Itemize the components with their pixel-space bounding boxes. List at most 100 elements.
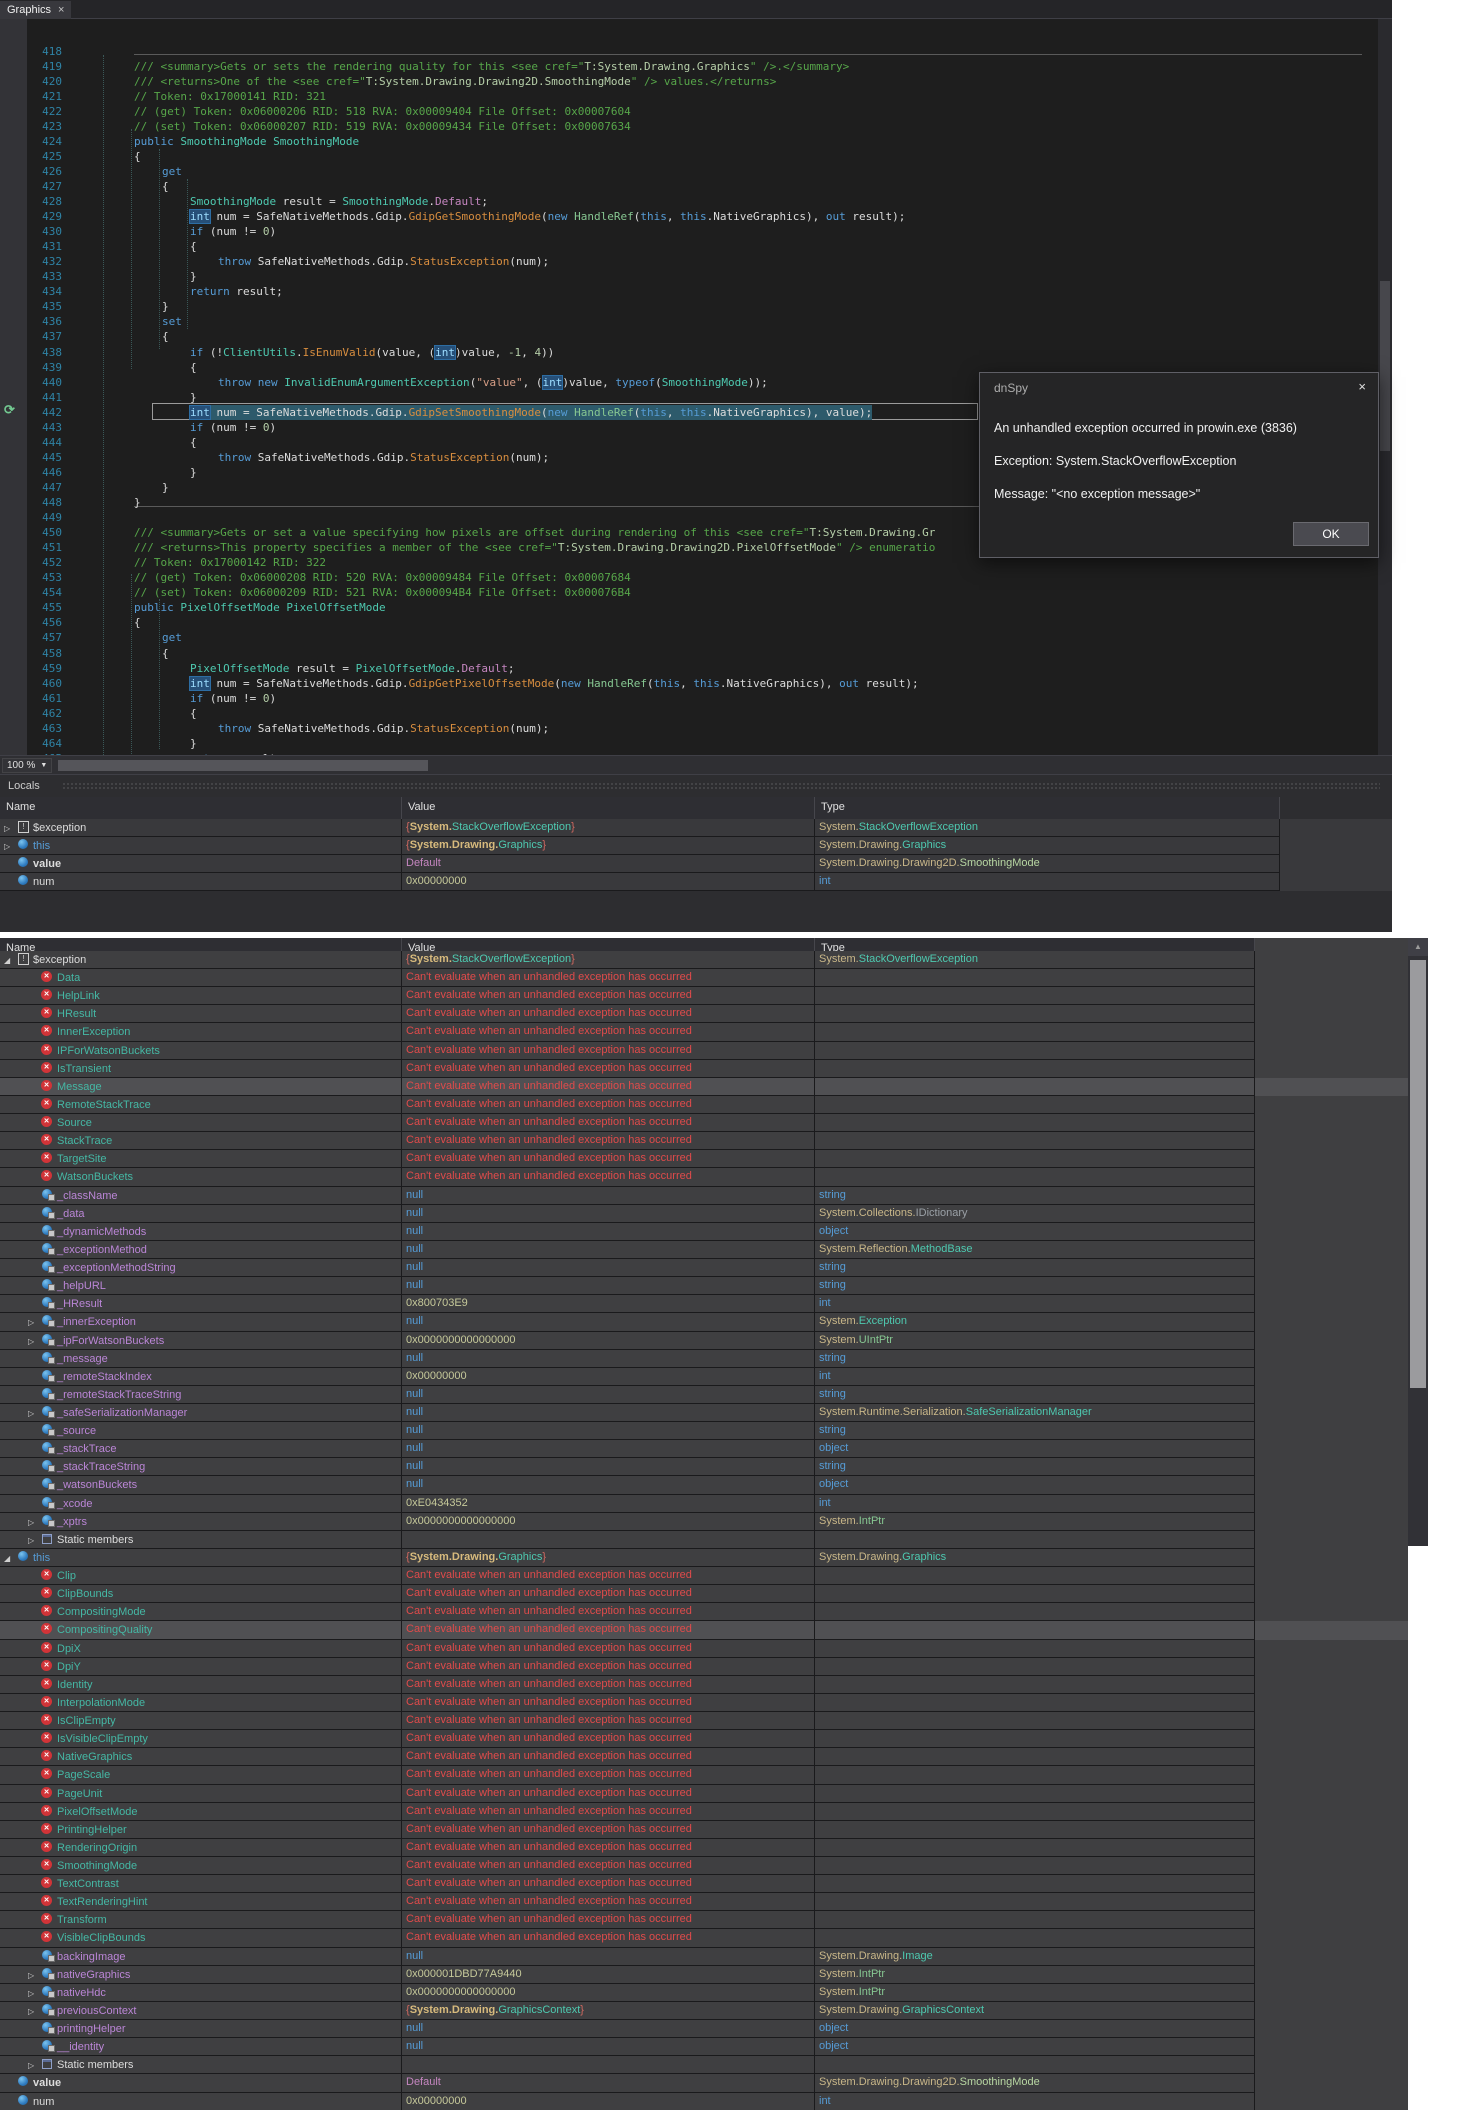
table-row[interactable]: ▷ nativeHdc 0x0000000000000000 System.IntPt… xyxy=(0,1983,1408,2002)
table-row[interactable]: IsClipEmpty Can't evaluate when an unhand… xyxy=(0,1712,1408,1731)
table-row[interactable]: NativeGraphics Can't evaluate when an unh… xyxy=(0,1748,1408,1767)
table-row[interactable]: _exceptionMethod null System.Reflection.Me… xyxy=(0,1240,1408,1260)
expand-icon[interactable]: ▷ xyxy=(4,824,17,833)
table-row[interactable]: PageScale Can't evaluate when an unhandle… xyxy=(0,1766,1408,1785)
column-header-name[interactable]: Name xyxy=(0,797,402,819)
table-row[interactable]: IPForWatsonBuckets Can't evaluate when an… xyxy=(0,1041,1408,1060)
table-row[interactable]: TextRenderingHint Can't evaluate when an … xyxy=(0,1893,1408,1912)
table-row[interactable]: value Default System.Drawing.Drawing2D.Smo… xyxy=(0,855,1392,874)
editor-zoom-select[interactable]: 100 % ▼ xyxy=(2,758,53,773)
tab-close-icon[interactable]: × xyxy=(58,4,64,16)
column-header-value[interactable]: Value xyxy=(402,938,815,954)
table-row[interactable]: InnerException Can't evaluate when an unh… xyxy=(0,1023,1408,1042)
table-row[interactable]: DpiY Can't evaluate when an unhandled exc… xyxy=(0,1657,1408,1676)
table-row[interactable]: num 0x00000000 int xyxy=(0,2092,1408,2110)
table-row[interactable]: PageUnit Can't evaluate when an unhandled… xyxy=(0,1784,1408,1803)
table-row[interactable]: RenderingOrigin Can't evaluate when an un… xyxy=(0,1838,1408,1857)
expand-icon[interactable]: ▷ xyxy=(28,1337,41,1346)
table-row[interactable]: _data null System.Collections.IDictionary xyxy=(0,1204,1408,1223)
table-row[interactable]: CompositingQuality Can't evaluate when an… xyxy=(0,1621,1408,1640)
table-row[interactable]: DpiX Can't evaluate when an unhandled exc… xyxy=(0,1639,1408,1658)
breakpoint-margin[interactable] xyxy=(0,19,27,755)
code-line: if (num != 0) xyxy=(190,691,276,706)
table-row[interactable]: HelpLink Can't evaluate when an unhandled… xyxy=(0,987,1408,1006)
table-row[interactable]: CompositingMode Can't evaluate when an un… xyxy=(0,1603,1408,1622)
table-row[interactable]: IsTransient Can't evaluate when an unhand… xyxy=(0,1059,1408,1078)
scrollbar-thumb[interactable] xyxy=(1410,960,1426,1388)
collapse-icon[interactable]: ◢ xyxy=(4,1554,17,1563)
expand-icon[interactable]: ▷ xyxy=(28,2007,41,2016)
table-row[interactable]: SmoothingMode Can't evaluate when an unha… xyxy=(0,1857,1408,1876)
table-row[interactable]: _stackTraceString null string xyxy=(0,1458,1408,1477)
table-row[interactable]: num 0x00000000 int xyxy=(0,873,1392,892)
scrollbar-thumb[interactable] xyxy=(1380,281,1390,451)
expand-icon[interactable]: ▷ xyxy=(28,2061,41,2070)
table-row[interactable]: Transform Can't evaluate when an unhandle… xyxy=(0,1911,1408,1930)
table-row[interactable]: ◢ $exception {System.StackOverflowExceptio… xyxy=(0,951,1408,970)
table-row[interactable]: ▷ $exception {System.StackOverflowExceptio… xyxy=(0,819,1392,838)
table-row[interactable]: ▷ Static members xyxy=(0,1530,1408,1549)
table-row[interactable]: PrintingHelper Can't evaluate when an unh… xyxy=(0,1820,1408,1839)
editor-vertical-scrollbar[interactable] xyxy=(1378,19,1392,755)
table-row[interactable]: Source Can't evaluate when an unhandled e… xyxy=(0,1114,1408,1133)
table-row[interactable]: _remoteStackTraceString null string xyxy=(0,1385,1408,1404)
table-row[interactable]: value Default System.Drawing.Drawing2D.Smo… xyxy=(0,2074,1408,2093)
panel-vertical-scrollbar[interactable]: ▲ xyxy=(1408,938,1428,1546)
table-row[interactable]: VisibleClipBounds Can't evaluate when an … xyxy=(0,1929,1408,1948)
table-row[interactable]: TargetSite Can't evaluate when an unhandl… xyxy=(0,1150,1408,1169)
table-row[interactable]: PixelOffsetMode Can't evaluate when an un… xyxy=(0,1802,1408,1821)
table-row[interactable]: printingHelper null object xyxy=(0,2020,1408,2039)
dialog-close-icon[interactable]: × xyxy=(1358,379,1366,394)
column-header-type[interactable]: Type xyxy=(815,797,1280,819)
table-row[interactable]: InterpolationMode Can't evaluate when an … xyxy=(0,1693,1408,1713)
table-row[interactable]: __identity null object xyxy=(0,2038,1408,2057)
expand-icon[interactable]: ▷ xyxy=(28,1318,41,1327)
table-row[interactable]: ▷ nativeGraphics 0x000001DBD77A9440 System.… xyxy=(0,1965,1408,1984)
table-row[interactable]: ▷ _ipForWatsonBuckets 0x0000000000000000 Sy… xyxy=(0,1331,1408,1350)
expand-icon[interactable]: ▷ xyxy=(28,1536,41,1545)
expand-icon[interactable]: ▷ xyxy=(4,842,17,851)
scroll-up-icon[interactable]: ▲ xyxy=(1408,938,1428,956)
table-row[interactable]: ▷ Static members xyxy=(0,2056,1408,2075)
table-row[interactable]: HResult Can't evaluate when an unhandled … xyxy=(0,1005,1408,1024)
table-row[interactable]: ▷ previousContext {System.Drawing.Graphics… xyxy=(0,2001,1408,2021)
table-row[interactable]: ▷ _innerException null System.Exception xyxy=(0,1313,1408,1332)
ok-button[interactable]: OK xyxy=(1293,522,1369,546)
table-row[interactable]: _remoteStackIndex 0x00000000 int xyxy=(0,1367,1408,1386)
tab-graphics[interactable]: Graphics × xyxy=(0,0,72,20)
table-row[interactable]: _stackTrace null object xyxy=(0,1440,1408,1459)
table-row[interactable]: _watsonBuckets null object xyxy=(0,1476,1408,1495)
table-row[interactable]: _source null string xyxy=(0,1422,1408,1441)
expand-icon[interactable]: ▷ xyxy=(28,1518,41,1527)
table-row[interactable]: Clip Can't evaluate when an unhandled exc… xyxy=(0,1567,1408,1586)
table-row[interactable]: ClipBounds Can't evaluate when an unhandl… xyxy=(0,1585,1408,1604)
column-header-value[interactable]: Value xyxy=(402,797,815,819)
table-row[interactable]: _className null string xyxy=(0,1186,1408,1205)
column-header-type[interactable]: Type xyxy=(815,938,1255,954)
table-row[interactable]: ▷ this {System.Drawing.Graphics} System.Dra… xyxy=(0,837,1392,856)
table-row[interactable]: _xcode 0xE0434352 int xyxy=(0,1494,1408,1513)
table-row[interactable]: TextContrast Can't evaluate when an unhan… xyxy=(0,1875,1408,1894)
table-row[interactable]: RemoteStackTrace Can't evaluate when an u… xyxy=(0,1095,1408,1115)
table-row[interactable]: ▷ _safeSerializationManager null System.Run… xyxy=(0,1404,1408,1423)
expand-icon[interactable]: ▷ xyxy=(28,1971,41,1980)
table-row[interactable]: Message Can't evaluate when an unhandled … xyxy=(0,1077,1408,1096)
editor-horizontal-scrollbar[interactable] xyxy=(58,760,428,771)
expand-icon[interactable]: ▷ xyxy=(28,1989,41,1998)
collapse-icon[interactable]: ◢ xyxy=(4,956,17,965)
column-header-name[interactable]: Name xyxy=(0,938,402,954)
table-row[interactable]: backingImage null System.Drawing.Image xyxy=(0,1947,1408,1966)
table-row[interactable]: _exceptionMethodString null string xyxy=(0,1259,1408,1278)
table-row[interactable]: StackTrace Can't evaluate when an unhandl… xyxy=(0,1132,1408,1151)
table-row[interactable]: _helpURL null string xyxy=(0,1277,1408,1296)
table-row[interactable]: _dynamicMethods null object xyxy=(0,1222,1408,1241)
table-row[interactable]: ◢ this {System.Drawing.Graphics} System.Dra… xyxy=(0,1548,1408,1568)
expand-icon[interactable]: ▷ xyxy=(28,1409,41,1418)
table-row[interactable]: Identity Can't evaluate when an unhandled… xyxy=(0,1675,1408,1694)
table-row[interactable]: Data Can't evaluate when an unhandled exc… xyxy=(0,969,1408,988)
table-row[interactable]: IsVisibleClipEmpty Can't evaluate when an… xyxy=(0,1730,1408,1749)
table-row[interactable]: ▷ _xptrs 0x0000000000000000 System.IntPtr xyxy=(0,1512,1408,1531)
table-row[interactable]: _HResult 0x800703E9 int xyxy=(0,1295,1408,1314)
table-row[interactable]: WatsonBuckets Can't evaluate when an unha… xyxy=(0,1168,1408,1187)
table-row[interactable]: _message null string xyxy=(0,1349,1408,1368)
